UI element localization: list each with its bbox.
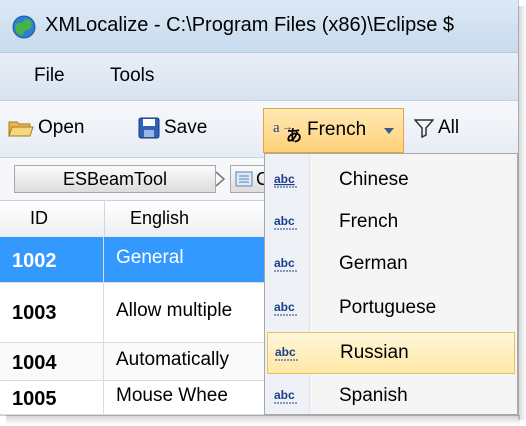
chevron-down-icon [384,128,394,134]
menu-item-label: Spanish [339,385,408,406]
menu-item-label: Russian [340,342,409,363]
window-shadow-right [518,6,526,420]
abc-icon: abc [274,256,298,272]
chevron-right-icon [215,171,226,187]
menu-item-label: French [339,211,399,232]
language-button[interactable]: a → あ French [263,108,404,153]
abc-icon: abc [274,300,298,316]
menu-item-french[interactable]: abc French [267,202,515,244]
svg-text:abc: abc [274,256,295,270]
language-menu: abc Chinese abc French abc German abc Po… [264,153,518,415]
menu-item-portuguese[interactable]: abc Portuguese [267,288,515,330]
save-label: Save [164,117,208,138]
row-id-cell: 1004 [0,343,104,380]
filter-label: All [438,117,460,138]
column-header-id[interactable]: ID [30,208,48,229]
row-english: Allow multiple [116,300,233,321]
row-id-cell: 1005 [0,381,104,414]
menu-item-label: German [339,253,408,274]
folder-open-icon [8,121,34,137]
svg-text:abc: abc [274,214,295,228]
save-button[interactable]: Save [138,113,207,143]
svg-text:あ: あ [286,127,302,144]
svg-text:abc: abc [274,388,295,402]
row-id: 1004 [12,352,57,374]
open-label: Open [38,117,85,138]
row-id: 1005 [12,388,57,410]
menu-item-chinese[interactable]: abc Chinese [267,160,515,202]
row-id: 1002 [12,250,57,272]
column-header-english[interactable]: English [130,208,189,229]
menu-item-spanish[interactable]: abc Spanish [267,376,515,415]
breadcrumb-item-root[interactable]: ESBeamTool [14,165,216,193]
column-divider[interactable] [104,201,105,237]
language-label: French [307,119,367,140]
window-shadow-bottom [6,415,520,425]
abc-icon: abc [274,388,298,404]
menu-item-russian[interactable]: abc Russian [267,332,515,374]
document-icon [235,171,253,187]
app-window: XMLocalize - C:\Program Files (x86)\Ecli… [0,0,519,416]
window-title: XMLocalize - C:\Program Files (x86)\Ecli… [45,14,455,36]
filter-button[interactable]: All [414,113,459,143]
svg-text:abc: abc [275,345,296,359]
menu-item-german[interactable]: abc German [267,244,515,286]
floppy-disk-icon [138,117,160,139]
open-button[interactable]: Open [8,113,84,143]
menu-file[interactable]: File [34,65,65,87]
abc-icon: abc [274,214,298,230]
svg-text:abc: abc [274,172,295,186]
toolbar: Open Save All [0,101,518,158]
row-english: Mouse Whee [116,385,228,406]
row-english: Automatically [116,349,229,370]
filter-icon [414,119,434,138]
svg-text:abc: abc [274,300,295,314]
abc-icon: abc [274,172,298,188]
row-english: General [116,247,184,268]
translate-icon: a → あ [273,120,302,144]
row-id-cell: 1003 [0,283,104,342]
row-id: 1003 [12,302,57,324]
svg-text:a: a [273,120,280,136]
globe-icon [12,15,36,39]
menu-item-label: Chinese [339,169,409,190]
breadcrumb-label: ESBeamTool [63,169,168,189]
menu-item-label: Portuguese [339,297,437,318]
abc-icon: abc [275,345,299,361]
row-id-cell: 1002 [0,237,104,282]
menu-bar: File Tools [0,53,518,101]
title-bar[interactable]: XMLocalize - C:\Program Files (x86)\Ecli… [0,0,518,53]
menu-tools[interactable]: Tools [110,65,154,87]
